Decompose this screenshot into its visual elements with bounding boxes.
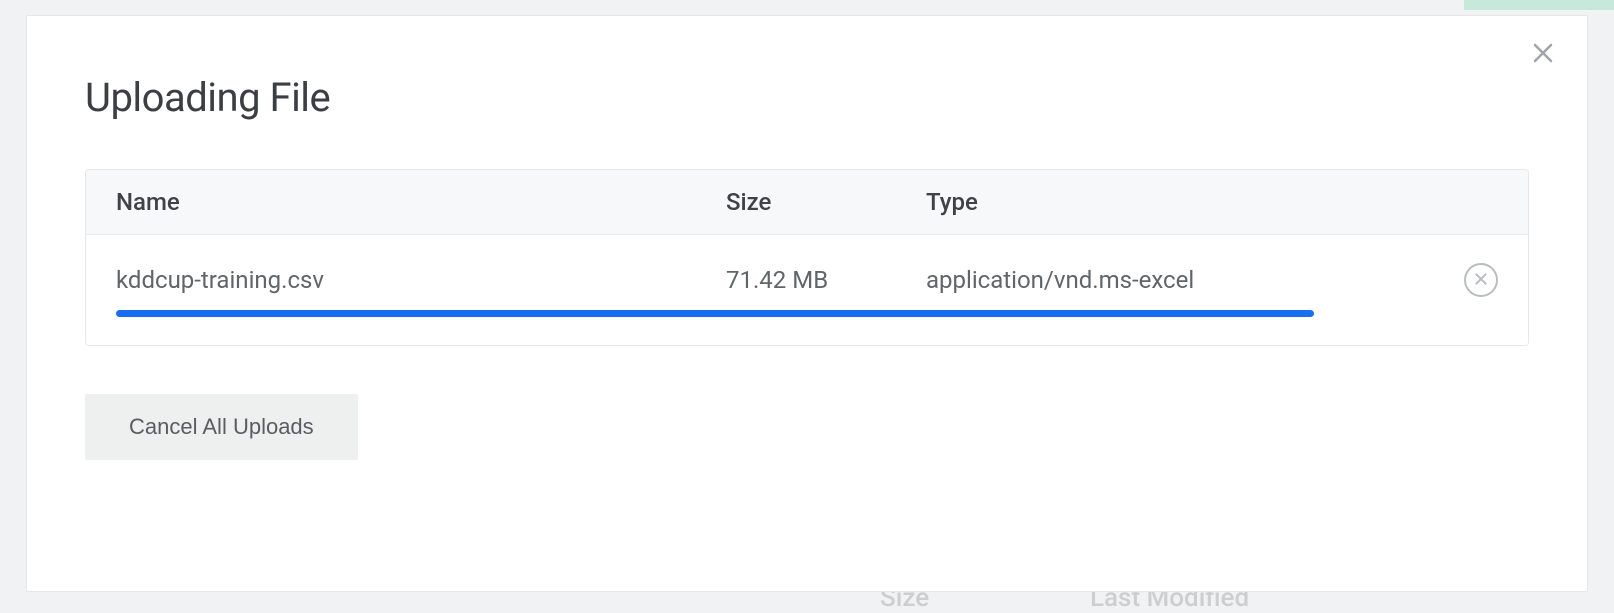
- close-icon: [1531, 41, 1555, 68]
- file-size: 71.42 MB: [726, 266, 926, 294]
- table-header: Name Size Type: [86, 170, 1528, 235]
- modal-title: Uploading File: [85, 74, 1529, 121]
- column-header-size: Size: [726, 188, 926, 216]
- upload-progress-bar: [116, 310, 1314, 317]
- column-header-action: [1438, 188, 1498, 216]
- table-row: kddcup-training.csv 71.42 MB application…: [86, 235, 1528, 345]
- cancel-upload-button[interactable]: [1464, 263, 1498, 297]
- close-button[interactable]: [1527, 38, 1559, 70]
- file-type: application/vnd.ms-excel: [926, 266, 1438, 294]
- upload-table: Name Size Type kddcup-training.csv 71.42…: [85, 169, 1529, 346]
- cancel-icon: [1473, 271, 1489, 290]
- backdrop-accent: [1464, 0, 1614, 10]
- file-name: kddcup-training.csv: [116, 266, 726, 294]
- column-header-name: Name: [116, 188, 726, 216]
- cancel-all-button[interactable]: Cancel All Uploads: [85, 394, 358, 460]
- upload-modal: Uploading File Name Size Type kddcup-tra…: [26, 15, 1588, 592]
- column-header-type: Type: [926, 188, 1438, 216]
